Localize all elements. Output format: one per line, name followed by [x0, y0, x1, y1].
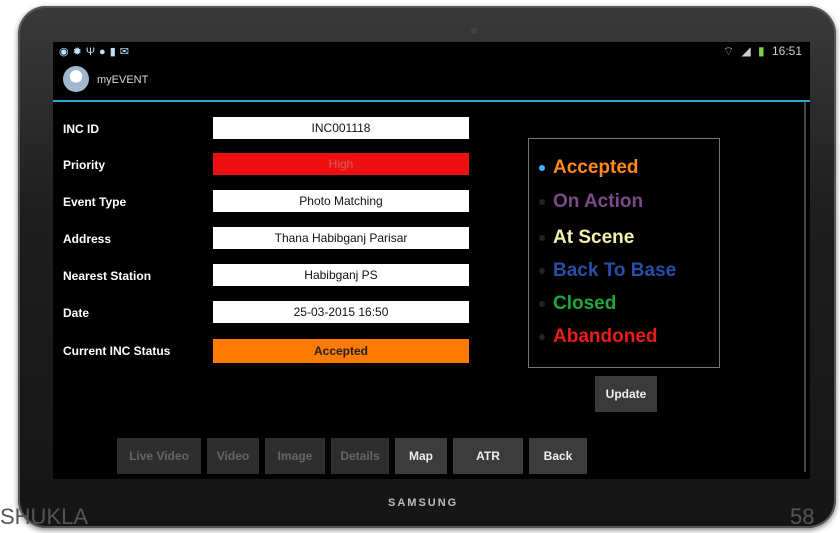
app-icon: ● — [99, 46, 110, 58]
device-brand-logo: SAMSUNG — [388, 497, 459, 509]
sd-icon: ▮ — [109, 46, 120, 58]
address-field[interactable]: Thana Habibganj Parisar — [213, 227, 469, 249]
details-button[interactable]: Details — [331, 438, 389, 474]
update-button[interactable]: Update — [595, 376, 657, 412]
status-option-back-to-base[interactable]: Back To Base — [539, 260, 676, 282]
event-type-field[interactable]: Photo Matching — [213, 190, 469, 212]
date-field[interactable]: 25-03-2015 16:50 — [213, 301, 469, 323]
inc-id-label: INC ID — [63, 122, 99, 136]
image-button[interactable]: Image — [265, 438, 325, 474]
radio-icon — [539, 300, 545, 307]
gps-icon: ✹ — [72, 46, 86, 58]
priority-label: Priority — [63, 158, 106, 172]
status-option-accepted[interactable]: Accepted — [539, 157, 639, 179]
camera-icon — [471, 28, 477, 34]
date-label: Date — [63, 306, 90, 320]
notification-icon: ◉ — [59, 46, 73, 58]
current-status-field[interactable]: Accepted — [213, 339, 469, 363]
wifi-icon: ⌔ — [722, 44, 735, 58]
signal-icon: ◢ — [741, 44, 751, 58]
radio-selected-icon — [539, 164, 545, 171]
usb-icon: Ψ — [85, 46, 100, 58]
battery-icon: ▮ — [758, 44, 765, 58]
radio-icon — [539, 198, 545, 205]
current-status-label: Current INC Status — [63, 344, 171, 358]
status-option-on-action[interactable]: On Action — [539, 191, 643, 213]
slide-caption-left: SHUKLA — [0, 504, 89, 529]
priority-field[interactable]: High — [213, 153, 469, 175]
radio-icon — [539, 267, 545, 274]
tablet-screen: ◉✹Ψ●▮✉ ⌔ ◢ ▮ 16:51 myEVENT INC ID INC001… — [53, 42, 810, 479]
status-option-abandoned[interactable]: Abandoned — [539, 326, 658, 348]
radio-icon — [539, 234, 545, 241]
inc-id-field[interactable]: INC001118 — [213, 117, 469, 139]
nearest-station-label: Nearest Station — [63, 269, 152, 283]
map-button[interactable]: Map — [395, 438, 447, 474]
slide-page-number: 58 — [790, 504, 815, 529]
radio-icon — [539, 333, 545, 340]
video-button[interactable]: Video — [207, 438, 259, 474]
mail-icon: ✉ — [119, 46, 133, 58]
status-right: ⌔ ◢ ▮ 16:51 — [719, 44, 802, 59]
event-type-label: Event Type — [63, 195, 127, 209]
atr-button[interactable]: ATR — [453, 438, 523, 474]
status-option-closed[interactable]: Closed — [539, 293, 616, 315]
clock: 16:51 — [771, 44, 802, 58]
status-radio-group: Accepted On Action At Scene Back To Base… — [528, 138, 720, 368]
notification-icons: ◉✹Ψ●▮✉ — [59, 45, 133, 58]
back-button[interactable]: Back — [529, 438, 587, 474]
status-bar: ◉✹Ψ●▮✉ ⌔ ◢ ▮ 16:51 — [53, 42, 810, 62]
app-bar: myEVENT — [53, 62, 810, 102]
app-title: myEVENT — [97, 74, 149, 86]
status-option-at-scene[interactable]: At Scene — [539, 227, 634, 249]
address-label: Address — [63, 232, 112, 246]
nearest-station-field[interactable]: Habibganj PS — [213, 264, 469, 286]
live-video-button[interactable]: Live Video — [117, 438, 201, 474]
scrollbar[interactable] — [804, 102, 806, 472]
app-logo-icon[interactable] — [63, 66, 89, 92]
